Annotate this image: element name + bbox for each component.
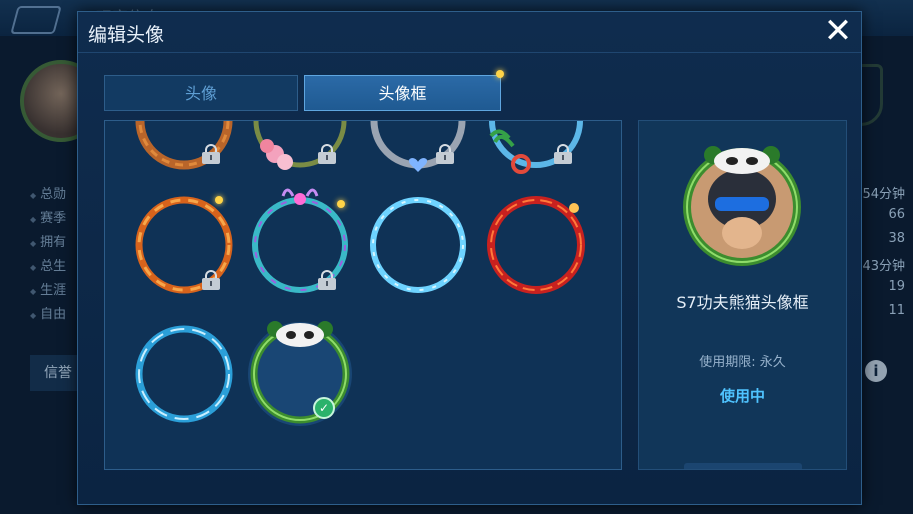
bg-stat-label: 赛季 — [30, 207, 70, 231]
panda-avatar-preview-icon — [683, 146, 801, 266]
frame-item-silver-heart[interactable] — [363, 121, 473, 176]
lock-icon — [435, 144, 455, 164]
frame-detail-panel: S7功夫熊猫头像框 使用期限: 永久 使用中 — [638, 120, 847, 470]
equipped-check-icon: ✓ — [313, 397, 335, 419]
ice-crystal-frame-icon — [370, 197, 466, 293]
frame-item-kungfu-panda[interactable]: ✓ — [245, 319, 355, 429]
lock-icon — [317, 144, 337, 164]
bg-stat-label: 总生 — [30, 255, 70, 279]
autumn-leaves-frame-icon — [135, 196, 233, 294]
dialog-title: 编辑头像 — [88, 24, 165, 46]
bg-stat-list: 总勋 赛季 拥有 总生 生涯 自由 — [30, 183, 70, 327]
frame-item-ice-crystal[interactable] — [363, 190, 473, 300]
new-badge-dot — [337, 200, 345, 208]
frame-item-peach-blossom[interactable] — [245, 121, 355, 176]
panel-bottom-tab — [684, 463, 802, 469]
palm-lifebuoy-frame-icon — [489, 121, 583, 174]
lock-icon — [201, 144, 221, 164]
peach-blossom-frame-icon — [253, 121, 347, 170]
lock-icon — [201, 270, 221, 290]
red-dragon-frame-icon — [487, 196, 585, 294]
new-badge-dot — [215, 196, 223, 204]
bg-stat-label: 生涯 — [30, 279, 70, 303]
frame-item-horned-crystal[interactable] — [245, 188, 355, 300]
tab-avatar[interactable]: 头像 — [104, 75, 298, 111]
edit-avatar-dialog: 编辑头像 ✕ 头像 头像框 ✓ S7功夫熊猫头像框 使用期限: 永久 使用中 — [77, 11, 862, 505]
bg-stat-label: 拥有 — [30, 231, 70, 255]
bg-stat-label: 自由 — [30, 303, 70, 327]
frame-item-bronze-gear[interactable] — [129, 121, 239, 176]
new-badge-dot — [496, 70, 504, 78]
silver-heart-frame-icon — [370, 121, 466, 172]
lock-icon — [317, 270, 337, 290]
frame-preview — [679, 141, 805, 267]
usage-period: 使用期限: 永久 — [699, 355, 786, 370]
close-button[interactable]: ✕ — [821, 14, 855, 48]
bg-stat-label: 总勋 — [30, 183, 70, 207]
frame-grid[interactable]: ✓ — [104, 120, 622, 470]
in-use-status: 使用中 — [719, 387, 765, 405]
lock-icon — [553, 144, 573, 164]
bronze-gear-frame-icon — [135, 121, 233, 170]
kungfu-panda-frame-icon — [248, 321, 352, 426]
frame-name: S7功夫熊猫头像框 — [676, 293, 809, 312]
frame-item-red-dragon[interactable] — [481, 190, 591, 300]
tab-avatar-frame[interactable]: 头像框 — [304, 75, 501, 111]
frame-item-ocean-wave[interactable] — [129, 319, 239, 429]
frame-item-autumn-leaves[interactable] — [129, 190, 239, 300]
title-divider — [78, 52, 861, 53]
ocean-wave-frame-icon — [135, 325, 233, 423]
info-icon[interactable]: i — [865, 360, 887, 382]
frame-item-palm-lifebuoy[interactable] — [481, 121, 591, 176]
back-icon[interactable] — [10, 6, 62, 34]
